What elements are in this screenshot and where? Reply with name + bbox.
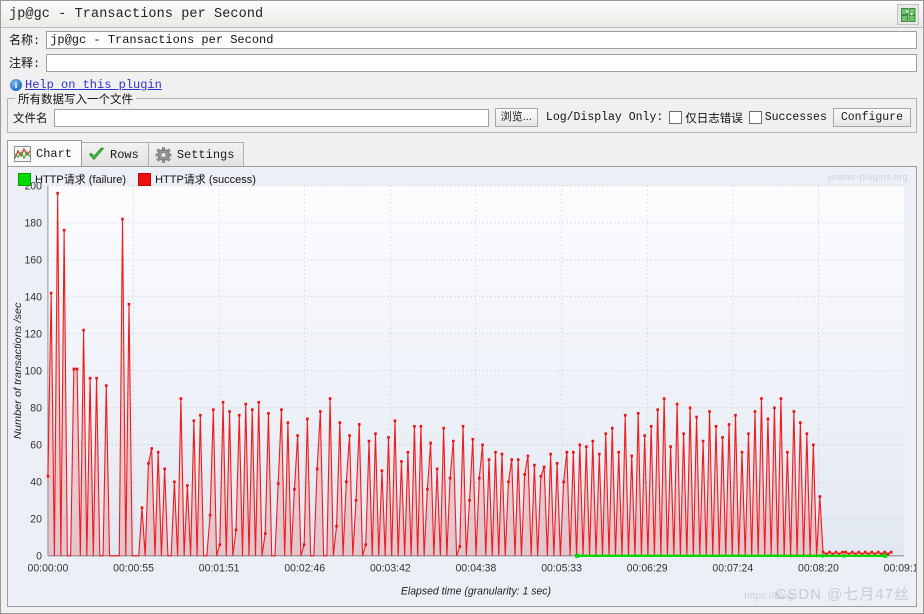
svg-text:00:08:20: 00:08:20 [798,562,839,574]
log-display-only-label: Log/Display Only: [545,111,664,124]
comment-input[interactable] [46,53,917,72]
puzzle-icon[interactable] [897,4,919,25]
browse-button[interactable]: 浏览... [494,108,538,127]
svg-text:00:06:29: 00:06:29 [627,562,668,574]
tab-rows-label: Rows [110,147,139,162]
green-check-icon [89,146,104,160]
svg-text:00:01:51: 00:01:51 [199,562,240,574]
filename-row: 文件名 浏览... Log/Display Only: 仅日志错误 Succes… [13,108,911,127]
write-results-to-file-panel: 所有数据写入一个文件 文件名 浏览... Log/Display Only: 仅… [7,91,917,133]
filename-input[interactable] [53,108,489,127]
tab-rows[interactable]: Rows [81,142,149,166]
filename-label: 文件名 [13,112,48,125]
svg-text:00:03:42: 00:03:42 [370,562,411,574]
help-on-this-plugin-link[interactable]: Help on this plugin [25,78,162,92]
chart-panel: HTTP请求 (failure) HTTP请求 (success) jmeter… [7,166,917,607]
line-chart-icon [14,145,31,162]
svg-text:40: 40 [30,476,42,488]
name-row: 名称: [1,28,923,51]
svg-text:60: 60 [30,439,42,451]
configure-button[interactable]: Configure [832,108,911,127]
svg-text:160: 160 [24,254,42,266]
transactions-per-second-plot: 02040608010012014016018020000:00:00 00:00… [12,180,916,597]
window-title: jp@gc - Transactions per Second [9,6,264,22]
tab-settings-label: Settings [176,147,235,162]
svg-text:Number of transactions /sec: Number of transactions /sec [12,302,24,439]
name-label: 名称: [9,34,41,48]
svg-text:00:00:00: 00:00:00 [28,562,69,574]
tab-bar: Chart Rows Settings [7,139,923,166]
svg-text:00:00:55: 00:00:55 [113,562,154,574]
successes-checkbox[interactable] [748,111,762,124]
errors-checkbox[interactable] [669,111,683,124]
name-input[interactable] [46,30,917,49]
help-row: i Help on this plugin [1,74,923,95]
tab-chart[interactable]: Chart [7,140,83,166]
svg-text:140: 140 [24,291,42,303]
svg-text:100: 100 [24,365,42,377]
svg-text:180: 180 [24,217,42,229]
svg-text:00:04:38: 00:04:38 [456,562,497,574]
legend-item-failure[interactable]: HTTP请求 (failure) [18,171,126,187]
comment-label: 注释: [9,57,41,71]
gear-icon [155,146,172,163]
legend-item-success[interactable]: HTTP请求 (success) [138,171,256,187]
svg-text:00:02:46: 00:02:46 [284,562,325,574]
chart-legend: HTTP请求 (failure) HTTP请求 (success) [18,171,256,187]
tab-chart-label: Chart [36,146,73,161]
svg-text:00:09:16: 00:09:16 [884,562,916,574]
plugin-window: jp@gc - Transactions per Second 名称: 注释: … [0,0,924,614]
tab-settings[interactable]: Settings [147,142,245,166]
window-titlebar: jp@gc - Transactions per Second [1,1,923,28]
successes-checkbox-label: Successes [764,111,827,124]
legend-swatch-failure [18,172,31,186]
svg-text:0: 0 [36,550,42,562]
svg-text:00:05:33: 00:05:33 [541,562,582,574]
file-panel-title: 所有数据写入一个文件 [15,91,136,107]
svg-text:120: 120 [24,328,42,340]
legend-label-success: HTTP请求 (success) [155,174,256,186]
legend-label-failure: HTTP请求 (failure) [35,174,127,186]
svg-text:80: 80 [30,402,42,414]
jmeter-plugins-watermark: jmeter-plugins.org [828,172,908,182]
svg-text:00:07:24: 00:07:24 [712,562,753,574]
errors-checkbox-label: 仅日志错误 [685,112,743,125]
svg-text:Elapsed time (granularity: 1 s: Elapsed time (granularity: 1 sec) [401,585,551,597]
legend-swatch-success [138,172,152,186]
info-icon: i [10,78,22,91]
svg-text:20: 20 [30,513,42,525]
comment-row: 注释: [1,51,923,74]
errors-checkbox-group[interactable]: 仅日志错误 [669,110,743,126]
successes-checkbox-group[interactable]: Successes [748,111,827,124]
